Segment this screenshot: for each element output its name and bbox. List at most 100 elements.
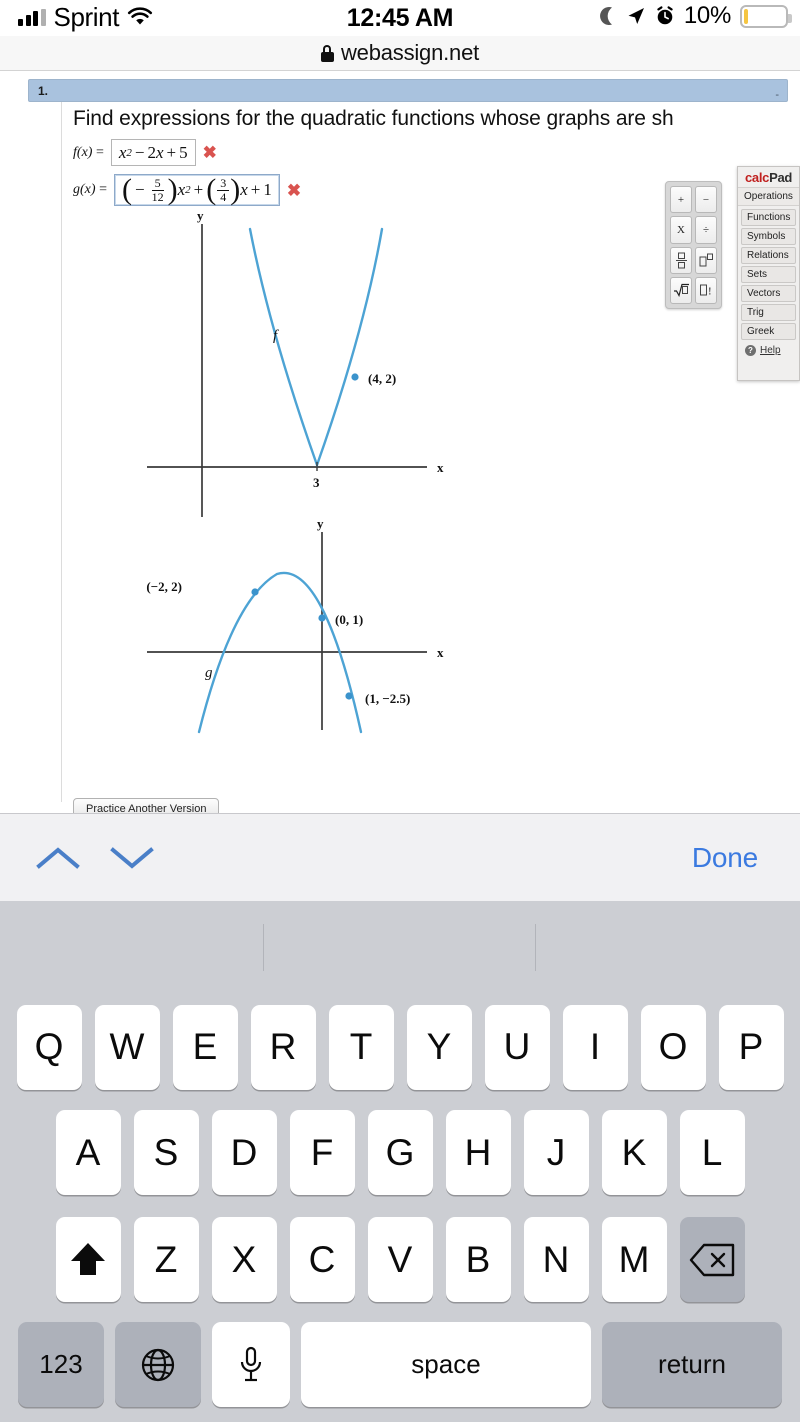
predictive-text-bar	[0, 901, 800, 995]
done-button[interactable]: Done	[692, 842, 758, 874]
key-k[interactable]: K	[601, 1110, 667, 1195]
backspace-icon[interactable]	[679, 1217, 745, 1302]
calcpad-tab-operations[interactable]: Operations	[738, 187, 799, 206]
key-e[interactable]: E	[172, 1004, 238, 1090]
answer-expression-f: x 2−2 x +5	[118, 142, 188, 162]
alarm-clock-icon	[655, 5, 675, 27]
svg-text:x: x	[437, 645, 444, 660]
calcpad-logo: calcPad	[738, 167, 799, 187]
calcpad-logo-second: Pad	[769, 170, 793, 185]
incorrect-icon-g: ✖	[286, 180, 302, 200]
key-c[interactable]: C	[289, 1217, 355, 1302]
question-number: 1.	[38, 84, 49, 98]
key-y[interactable]: Y	[406, 1004, 472, 1090]
answer-row-f: f(x) = x 2−2 x +5 ✖	[73, 139, 217, 166]
ios-keyboard: Q W E R T Y U I O P A S D F G H J K L Z	[0, 901, 800, 1422]
key-l[interactable]: L	[679, 1110, 745, 1195]
answer-label-g: g(x) =	[73, 182, 107, 198]
shift-icon[interactable]	[55, 1217, 121, 1302]
location-arrow-icon	[626, 5, 646, 27]
keyboard-row-3: Z X C V B N M	[0, 1206, 800, 1313]
key-n[interactable]: N	[523, 1217, 589, 1302]
svg-text:!: !	[708, 286, 712, 298]
calcpad-help-label: Help	[760, 345, 781, 356]
key-m[interactable]: M	[601, 1217, 667, 1302]
key-h[interactable]: H	[445, 1110, 511, 1195]
incorrect-icon-f: ✖	[202, 143, 217, 162]
calcpad-factorial-button[interactable]: !	[695, 276, 717, 304]
question-header-dot: -	[775, 89, 779, 101]
keyboard-row-4: 123 space return	[0, 1313, 800, 1416]
keyboard-row-2: A S D F G H J K L	[0, 1099, 800, 1206]
svg-text:3: 3	[313, 475, 320, 490]
browser-url-bar[interactable]: webassign.net	[0, 36, 800, 71]
key-b[interactable]: B	[445, 1217, 511, 1302]
moon-icon	[597, 5, 617, 27]
status-right: 10%	[597, 2, 792, 29]
key-v[interactable]: V	[367, 1217, 433, 1302]
calcpad-minus-button[interactable]: −	[695, 186, 717, 214]
keyboard-accessory-bar: Done	[0, 813, 800, 901]
lock-icon	[320, 44, 334, 62]
calcpad-tab-trig[interactable]: Trig	[741, 304, 796, 321]
key-w[interactable]: W	[94, 1004, 160, 1090]
numbers-key[interactable]: 123	[18, 1322, 104, 1407]
calcpad-logo-first: calc	[744, 170, 770, 185]
calcpad-plus-button[interactable]: +	[670, 186, 692, 214]
svg-text:y: y	[197, 212, 204, 223]
calcpad-tab-symbols[interactable]: Symbols	[741, 228, 796, 245]
svg-text:(0, 1): (0, 1)	[335, 612, 363, 627]
key-g[interactable]: G	[367, 1110, 433, 1195]
microphone-icon[interactable]	[212, 1322, 290, 1407]
practice-another-version-button[interactable]: Practice Another Version	[73, 798, 220, 813]
question-body: Find expressions for the quadratic funct…	[61, 102, 741, 813]
answer-row-g: g(x) = (−5 12) x 2 +(3 4) x +1 ✖	[73, 174, 302, 207]
predictive-divider-left	[263, 924, 264, 971]
key-p[interactable]: P	[718, 1004, 784, 1090]
battery-percent-label: 10%	[683, 2, 731, 29]
calcpad-tab-vectors[interactable]: Vectors	[741, 285, 796, 302]
calcpad-square-root-button[interactable]	[670, 276, 692, 304]
webassign-page: 1. - Find expressions for the quadratic …	[0, 71, 800, 813]
chevron-down-icon[interactable]	[104, 838, 160, 878]
key-f[interactable]: F	[289, 1110, 355, 1195]
key-x[interactable]: X	[211, 1217, 277, 1302]
key-u[interactable]: U	[484, 1004, 550, 1090]
calcpad-tab-sets[interactable]: Sets	[741, 266, 796, 283]
url-label: webassign.net	[340, 40, 480, 65]
calcpad-times-button[interactable]: X	[670, 216, 692, 244]
key-t[interactable]: T	[328, 1004, 394, 1090]
key-d[interactable]: D	[211, 1110, 277, 1195]
answer-input-g[interactable]: (−5 12) x 2 +(3 4) x +1	[113, 174, 280, 207]
graph-g: y x (−2, 2) (0, 1) (1, −2.5) g	[137, 520, 467, 750]
calcpad-exponent-button[interactable]	[695, 246, 717, 274]
battery-icon	[740, 4, 792, 28]
globe-icon[interactable]	[115, 1322, 201, 1407]
key-o[interactable]: O	[640, 1004, 706, 1090]
question-header-bar: 1. -	[28, 79, 788, 102]
key-z[interactable]: Z	[133, 1217, 199, 1302]
question-prompt: Find expressions for the quadratic funct…	[73, 107, 674, 130]
svg-text:y: y	[317, 520, 324, 531]
key-i[interactable]: I	[562, 1004, 628, 1090]
keyboard-row-1: Q W E R T Y U I O P	[0, 995, 800, 1099]
calcpad-tab-greek[interactable]: Greek	[741, 323, 796, 340]
calcpad-tab-functions[interactable]: Functions	[741, 209, 796, 226]
return-key[interactable]: return	[602, 1322, 782, 1407]
answer-label-f: f(x) =	[73, 144, 104, 160]
key-a[interactable]: A	[55, 1110, 121, 1195]
calcpad-fraction-button[interactable]	[670, 246, 692, 274]
chevron-up-icon[interactable]	[30, 838, 86, 878]
calcpad-help-link[interactable]: ? Help	[745, 345, 799, 356]
calcpad-tab-relations[interactable]: Relations	[741, 247, 796, 264]
key-q[interactable]: Q	[16, 1004, 82, 1090]
key-s[interactable]: S	[133, 1110, 199, 1195]
svg-text:g: g	[205, 665, 213, 681]
answer-input-f[interactable]: x 2−2 x +5	[110, 139, 196, 166]
calcpad-panel: + − X ÷ ! calcPad Operations Functions S…	[665, 166, 800, 391]
screen: Sprint 12:45 AM 10% webassign.net 1. - F…	[0, 0, 800, 1422]
key-r[interactable]: R	[250, 1004, 316, 1090]
calcpad-divide-button[interactable]: ÷	[695, 216, 717, 244]
space-key[interactable]: space	[301, 1322, 591, 1407]
key-j[interactable]: J	[523, 1110, 589, 1195]
